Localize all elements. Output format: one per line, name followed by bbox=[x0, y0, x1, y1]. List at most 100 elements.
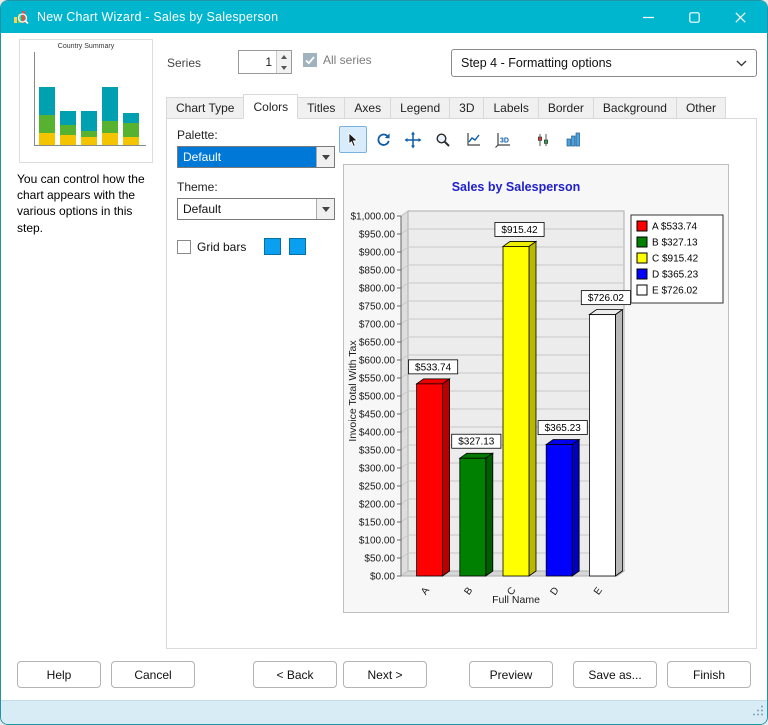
wizard-app-icon bbox=[13, 9, 29, 25]
tab-background[interactable]: Background bbox=[592, 97, 677, 119]
all-series-checkbox[interactable]: All series bbox=[303, 53, 372, 67]
step-description: You can control how the chart appears wi… bbox=[17, 172, 145, 235]
checkbox-checked-icon bbox=[303, 53, 317, 67]
titlebar[interactable]: New Chart Wizard - Sales by Salesperson bbox=[1, 1, 767, 33]
thumbnail-title: Country Summary bbox=[57, 43, 115, 50]
svg-text:$726.02: $726.02 bbox=[588, 293, 625, 304]
tab-3d[interactable]: 3D bbox=[449, 97, 485, 119]
finish-button[interactable]: Finish bbox=[667, 661, 751, 688]
tab-legend[interactable]: Legend bbox=[390, 97, 451, 119]
save-as-button[interactable]: Save as... bbox=[573, 661, 657, 688]
svg-text:E: E bbox=[592, 585, 605, 597]
chevron-down-icon bbox=[736, 56, 747, 70]
next-button[interactable]: Next > bbox=[343, 661, 427, 688]
thumbnail-bar bbox=[60, 111, 76, 145]
grid-bars-row: Grid bars bbox=[177, 238, 307, 255]
pointer-tool[interactable] bbox=[339, 126, 367, 153]
palette-label: Palette: bbox=[177, 128, 218, 142]
series-points-tool[interactable] bbox=[529, 126, 557, 153]
svg-text:$0.00: $0.00 bbox=[370, 572, 395, 583]
palette-dropdown-value: Default bbox=[178, 147, 316, 167]
tab-other[interactable]: Other bbox=[675, 97, 726, 119]
chevron-down-icon bbox=[316, 147, 334, 167]
svg-text:A: A bbox=[419, 585, 432, 597]
tab-titles[interactable]: Titles bbox=[297, 97, 346, 119]
grid-color-swatch-2[interactable] bbox=[289, 238, 307, 255]
chart-toolbar: 3D bbox=[339, 126, 587, 153]
svg-text:E $726.02: E $726.02 bbox=[652, 286, 698, 297]
svg-text:$750.00: $750.00 bbox=[359, 302, 396, 313]
x-axis-title: Full Name bbox=[492, 594, 540, 606]
spinner-down-button[interactable] bbox=[277, 62, 291, 73]
step-dropdown-value: Step 4 - Formatting options bbox=[461, 56, 612, 70]
chart-legend: A $533.74 B $327.13 C $915.42 D $365.23 E $7… bbox=[630, 214, 724, 304]
spinner-up-button[interactable] bbox=[277, 51, 291, 62]
grid-color-swatch-1[interactable] bbox=[264, 238, 282, 255]
svg-text:$250.00: $250.00 bbox=[359, 482, 396, 493]
svg-text:B $327.13: B $327.13 bbox=[652, 238, 698, 249]
bar-A bbox=[415, 378, 451, 577]
tab-border[interactable]: Border bbox=[537, 97, 594, 119]
tab-colors[interactable]: Colors bbox=[243, 94, 299, 119]
svg-text:C $915.42: C $915.42 bbox=[652, 254, 699, 265]
tab-strip: Chart Type Colors Titles Axes Legend 3D Labels… bbox=[166, 94, 726, 119]
svg-text:$600.00: $600.00 bbox=[359, 356, 396, 367]
svg-text:$450.00: $450.00 bbox=[359, 410, 396, 421]
theme-dropdown[interactable]: Default bbox=[177, 198, 335, 220]
svg-text:$915.42: $915.42 bbox=[501, 225, 538, 236]
close-button[interactable] bbox=[717, 1, 763, 33]
bar-E bbox=[588, 308, 624, 577]
chart-preview[interactable]: Sales by Salesperson $1,000.00 $950.00 $900… bbox=[343, 164, 729, 613]
zoom-tool[interactable] bbox=[429, 126, 457, 153]
bar-D bbox=[544, 438, 581, 577]
tab-chart-type[interactable]: Chart Type bbox=[166, 97, 245, 119]
svg-text:$700.00: $700.00 bbox=[359, 320, 396, 331]
resize-grip-icon[interactable] bbox=[752, 703, 764, 721]
spinner-buttons bbox=[276, 51, 291, 73]
series-value: 1 bbox=[265, 55, 272, 69]
new-chart-wizard-window: New Chart Wizard - Sales by Salesperson … bbox=[0, 0, 768, 725]
svg-text:B: B bbox=[462, 585, 475, 597]
cancel-button[interactable]: Cancel bbox=[111, 661, 195, 688]
svg-text:$800.00: $800.00 bbox=[359, 284, 396, 295]
chart-title: Sales by Salesperson bbox=[452, 180, 581, 194]
pan-tool[interactable] bbox=[399, 126, 427, 153]
theme-dropdown-value: Default bbox=[183, 202, 222, 216]
help-button[interactable]: Help bbox=[17, 661, 101, 688]
statusbar bbox=[1, 700, 767, 724]
grid-bars-checkbox[interactable] bbox=[177, 239, 191, 254]
chart-3d-tool[interactable]: 3D bbox=[489, 126, 517, 153]
svg-text:$550.00: $550.00 bbox=[359, 374, 396, 385]
window-controls bbox=[625, 1, 763, 33]
palette-dropdown[interactable]: Default bbox=[177, 146, 335, 168]
y-axis-title: Invoice Total With Tax bbox=[347, 340, 359, 442]
svg-text:A $533.74: A $533.74 bbox=[652, 222, 697, 233]
chart-2d-tool[interactable] bbox=[459, 126, 487, 153]
thumbnail-bar bbox=[39, 87, 55, 145]
preview-button[interactable]: Preview bbox=[469, 661, 553, 688]
svg-text:$850.00: $850.00 bbox=[359, 266, 396, 277]
thumbnail-plot bbox=[34, 52, 146, 146]
bar-B bbox=[458, 452, 495, 577]
window-title: New Chart Wizard - Sales by Salesperson bbox=[37, 10, 279, 24]
minimize-button[interactable] bbox=[625, 1, 671, 33]
series-label: Series bbox=[167, 56, 202, 70]
svg-text:$350.00: $350.00 bbox=[359, 446, 396, 457]
step-dropdown[interactable]: Step 4 - Formatting options bbox=[451, 49, 757, 77]
svg-text:$100.00: $100.00 bbox=[359, 536, 396, 547]
tab-axes[interactable]: Axes bbox=[344, 97, 392, 119]
series-spinner[interactable]: 1 bbox=[238, 50, 292, 74]
histogram-tool[interactable] bbox=[559, 126, 587, 153]
back-button[interactable]: < Back bbox=[253, 661, 337, 688]
tab-labels[interactable]: Labels bbox=[483, 97, 539, 119]
maximize-button[interactable] bbox=[671, 1, 717, 33]
thumbnail-bar bbox=[102, 87, 118, 145]
svg-text:$1,000.00: $1,000.00 bbox=[351, 212, 396, 223]
rotate-tool[interactable] bbox=[369, 126, 397, 153]
svg-text:$50.00: $50.00 bbox=[364, 554, 395, 565]
svg-text:D: D bbox=[548, 585, 561, 597]
all-series-label: All series bbox=[323, 53, 372, 67]
chevron-down-icon bbox=[316, 199, 334, 219]
svg-text:$150.00: $150.00 bbox=[359, 518, 396, 529]
svg-text:$650.00: $650.00 bbox=[359, 338, 396, 349]
